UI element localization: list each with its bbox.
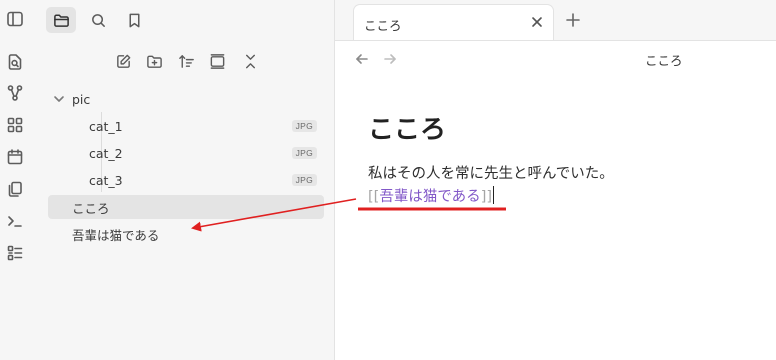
folder-name: pic xyxy=(72,91,91,107)
file-item[interactable]: cat_3 JPG xyxy=(89,168,317,192)
note-item[interactable]: 吾輩は猫である xyxy=(48,222,324,246)
folder-pic[interactable]: pic xyxy=(52,87,332,111)
text-cursor xyxy=(493,186,495,204)
sidebar-tab-bar xyxy=(36,0,334,40)
file-explorer-tab[interactable] xyxy=(46,7,76,33)
command-icon[interactable] xyxy=(6,212,24,230)
file-extension-badge: JPG xyxy=(291,120,317,132)
note-name: 吾輩は猫である xyxy=(72,227,160,243)
file-explorer-actions xyxy=(36,50,334,72)
auto-reveal-icon[interactable] xyxy=(206,50,228,72)
sort-icon[interactable] xyxy=(175,50,197,72)
new-note-icon[interactable] xyxy=(112,50,134,72)
file-name: cat_2 xyxy=(89,145,123,161)
folder-icon xyxy=(53,14,69,27)
left-ribbon xyxy=(0,0,37,360)
link-close-brackets: ]] xyxy=(480,189,493,205)
file-explorer-sidebar: pic cat_1 JPG cat_2 JPG cat_3 JPG こころ 吾輩… xyxy=(36,0,335,360)
tab-bar: こころ xyxy=(335,0,776,41)
search-tab[interactable] xyxy=(83,7,113,33)
calendar-icon[interactable] xyxy=(6,148,24,166)
bookmarks-tab[interactable] xyxy=(119,7,149,33)
wiki-link-line[interactable]: [[吾輩は猫である]] xyxy=(368,185,495,206)
internal-link[interactable]: 吾輩は猫である xyxy=(379,189,480,205)
graph-icon[interactable] xyxy=(6,84,24,102)
plus-icon[interactable] xyxy=(565,12,581,28)
arrow-left-icon[interactable] xyxy=(354,51,370,67)
pages-icon[interactable] xyxy=(6,180,24,198)
new-folder-icon[interactable] xyxy=(143,50,165,72)
note-item-active[interactable]: こころ xyxy=(48,195,324,219)
close-icon[interactable] xyxy=(529,14,545,30)
file-extension-badge: JPG xyxy=(291,174,317,186)
editor-area: こころ こころ こころ 私はその人を常に先生と呼んでいた。 [[吾輩は猫である]… xyxy=(335,0,776,360)
note-heading[interactable]: こころ xyxy=(368,109,446,146)
tab-title: こころ xyxy=(364,18,402,33)
note-name: こころ xyxy=(72,200,110,216)
open-quick-switcher-icon[interactable] xyxy=(6,53,24,71)
sidebar-toggle-icon[interactable] xyxy=(6,10,24,28)
search-icon xyxy=(91,13,105,27)
canvas-icon[interactable] xyxy=(6,116,24,134)
bookmark-icon xyxy=(128,13,140,27)
editor-tab[interactable]: こころ xyxy=(353,4,554,40)
chevron-down-icon xyxy=(52,92,66,106)
collapse-all-icon[interactable] xyxy=(239,50,261,72)
view-header xyxy=(335,40,776,76)
note-paragraph[interactable]: 私はその人を常に先生と呼んでいた。 xyxy=(368,162,614,183)
file-name: cat_1 xyxy=(89,118,123,134)
view-header-title[interactable]: こころ xyxy=(645,50,683,69)
arrow-right-icon[interactable] xyxy=(382,51,398,67)
file-item[interactable]: cat_1 JPG xyxy=(89,114,317,138)
file-extension-badge: JPG xyxy=(291,147,317,159)
file-item[interactable]: cat_2 JPG xyxy=(89,141,317,165)
link-open-brackets: [[ xyxy=(368,189,380,205)
template-icon[interactable] xyxy=(6,244,24,262)
file-name: cat_3 xyxy=(89,172,123,188)
